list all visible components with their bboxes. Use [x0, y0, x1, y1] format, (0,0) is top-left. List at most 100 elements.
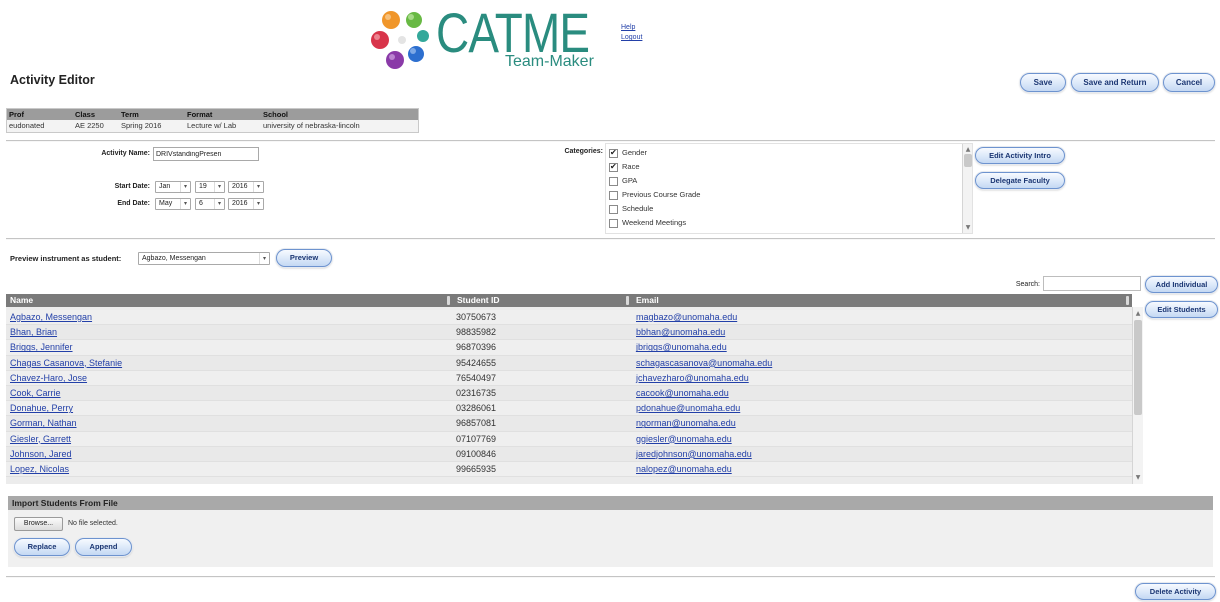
start-year-select[interactable]: 2016 ▾ — [228, 181, 264, 193]
student-name-link[interactable]: Briggs, Jennifer — [10, 340, 73, 354]
column-resize-handle[interactable] — [626, 296, 629, 305]
column-resize-handle[interactable] — [447, 296, 450, 305]
table-row: Cook, Carrie 02316735 cacook@unomaha.edu — [6, 385, 1132, 402]
append-button[interactable]: Append — [75, 538, 132, 556]
student-id: 09100846 — [456, 448, 497, 459]
category-checkbox[interactable]: ✔ — [609, 148, 618, 158]
categories-scrollbar[interactable]: ▲ ▼ — [962, 144, 972, 233]
student-name-link[interactable]: Chagas Casanova, Stefanie — [10, 356, 122, 370]
student-name-link[interactable]: Chavez-Haro, Jose — [10, 371, 87, 385]
category-option[interactable]: Schedule — [606, 202, 962, 216]
student-email-link[interactable]: cacook@unomaha.edu — [636, 386, 729, 400]
student-name-link[interactable]: Agbazo, Messengan — [10, 310, 92, 324]
student-id-column-header[interactable]: Student ID — [457, 294, 500, 307]
category-option[interactable]: Previous Course Grade — [606, 188, 962, 202]
table-row: Briggs, Jennifer 96870396 jbriggs@unomaha.… — [6, 340, 1132, 356]
scroll-up-icon[interactable]: ▲ — [963, 145, 972, 154]
category-option[interactable]: ✔ Race — [606, 160, 962, 174]
category-option[interactable]: Weekend Meetings — [606, 216, 962, 230]
category-option[interactable]: GPA — [606, 174, 962, 188]
logout-link[interactable]: Logout — [621, 34, 642, 42]
category-label: Schedule — [622, 204, 654, 213]
scroll-up-icon[interactable]: ▲ — [1133, 309, 1143, 318]
category-checkbox[interactable] — [609, 191, 618, 200]
category-checkbox[interactable]: ✔ — [609, 162, 618, 172]
email-column-header[interactable]: Email — [636, 294, 659, 307]
category-label: Gender — [622, 148, 648, 157]
preview-student-select[interactable]: Agbazo, Messengan ▾ — [138, 252, 270, 265]
scroll-thumb[interactable] — [1134, 320, 1142, 415]
student-email-link[interactable]: jaredjohnson@unomaha.edu — [636, 447, 752, 461]
student-name-link[interactable]: Giesler, Garrett — [10, 432, 71, 446]
end-year-select[interactable]: 2016 ▾ — [228, 198, 264, 210]
save-and-return-button[interactable]: Save and Return — [1071, 73, 1159, 92]
student-email-link[interactable]: schagascasanova@unomaha.edu — [636, 356, 772, 370]
category-checkbox[interactable] — [609, 205, 618, 214]
edit-activity-intro-button[interactable]: Edit Activity Intro — [975, 147, 1065, 164]
student-name-link[interactable]: Lopez, Nicolas — [10, 462, 69, 476]
preview-student-value: Agbazo, Messengan — [142, 255, 206, 262]
student-email-link[interactable]: pdonahue@unomaha.edu — [636, 401, 740, 415]
categories-list[interactable]: ✔ Gender ✔ Race GPA Previous Course Grade Sche… — [605, 143, 973, 234]
student-email-link[interactable]: jchavezharo@unomaha.edu — [636, 371, 749, 385]
student-email-link[interactable]: ggiesler@unomaha.edu — [636, 432, 732, 446]
prof-value: eudonated — [9, 121, 45, 130]
table-row: Agbazo, Messengan 30750673 magbazo@unomaha… — [6, 310, 1132, 326]
student-email-link[interactable]: nalopez@unomaha.edu — [636, 462, 732, 476]
chevron-down-icon: ▾ — [214, 199, 224, 209]
chevron-down-icon: ▾ — [259, 253, 269, 264]
student-email-link[interactable]: jbriggs@unomaha.edu — [636, 340, 727, 354]
category-label: Previous Course Grade — [622, 190, 701, 199]
add-individual-button[interactable]: Add Individual — [1145, 276, 1218, 293]
scroll-thumb[interactable] — [964, 154, 972, 167]
table-header-row: Name Student ID Email — [6, 294, 1132, 307]
student-name-link[interactable]: Cook, Carrie — [10, 386, 61, 400]
preview-button[interactable]: Preview — [276, 249, 332, 267]
end-month-value: May — [159, 200, 173, 207]
scroll-down-icon[interactable]: ▼ — [1133, 473, 1143, 482]
student-name-link[interactable]: Gorman, Nathan — [10, 416, 77, 430]
table-scrollbar[interactable]: ▲ ▼ — [1132, 307, 1143, 484]
check-icon: ✔ — [610, 162, 617, 171]
student-name-link[interactable]: Donahue, Perry — [10, 401, 73, 415]
category-checkbox[interactable] — [609, 219, 618, 228]
student-email-link[interactable]: bbhan@unomaha.edu — [636, 325, 725, 339]
replace-button[interactable]: Replace — [14, 538, 70, 556]
scroll-down-icon[interactable]: ▼ — [963, 223, 972, 232]
student-email-link[interactable]: ngorman@unomaha.edu — [636, 416, 736, 430]
edit-students-button[interactable]: Edit Students — [1145, 301, 1218, 318]
category-label: Weekend Meetings — [622, 218, 687, 227]
cancel-button[interactable]: Cancel — [1163, 73, 1215, 92]
check-icon: ✔ — [610, 148, 617, 157]
catme-logo-icon — [371, 11, 429, 69]
chevron-down-icon: ▾ — [214, 182, 224, 192]
help-link[interactable]: Help — [621, 24, 635, 32]
section-divider — [6, 576, 1215, 578]
student-id: 76540497 — [456, 372, 497, 383]
student-email-link[interactable]: magbazo@unomaha.edu — [636, 310, 737, 324]
category-checkbox[interactable] — [609, 177, 618, 186]
student-name-link[interactable]: Johnson, Jared — [10, 447, 72, 461]
page-title: Activity Editor — [10, 73, 95, 87]
delegate-faculty-button[interactable]: Delegate Faculty — [975, 172, 1065, 189]
activity-name-input[interactable] — [153, 147, 259, 161]
start-month-select[interactable]: Jan ▾ — [155, 181, 191, 193]
student-id: 98835982 — [456, 327, 497, 338]
column-resize-handle[interactable] — [1126, 296, 1129, 305]
class-info-value-row: eudonated AE 2250 Spring 2016 Lecture w/… — [7, 120, 418, 132]
name-column-header[interactable]: Name — [10, 294, 33, 307]
school-value: university of nebraska-lincoln — [263, 121, 360, 130]
end-day-value: 6 — [199, 200, 203, 207]
search-input[interactable] — [1043, 276, 1141, 291]
student-name-link[interactable]: Bhan, Brian — [10, 325, 57, 339]
class-value: AE 2250 — [75, 121, 104, 130]
delete-activity-button[interactable]: Delete Activity — [1135, 583, 1216, 600]
save-button[interactable]: Save — [1020, 73, 1066, 92]
end-month-select[interactable]: May ▾ — [155, 198, 191, 210]
start-day-select[interactable]: 19 ▾ — [195, 181, 225, 193]
category-option[interactable]: ✔ Gender — [606, 146, 962, 160]
table-row: Donahue, Perry 03286061 pdonahue@unomaha.e… — [6, 401, 1132, 417]
table-row: Lopez, Nicolas 99665935 nalopez@unomaha.ed… — [6, 461, 1132, 478]
browse-button[interactable]: Browse... — [14, 517, 63, 531]
end-day-select[interactable]: 6 ▾ — [195, 198, 225, 210]
